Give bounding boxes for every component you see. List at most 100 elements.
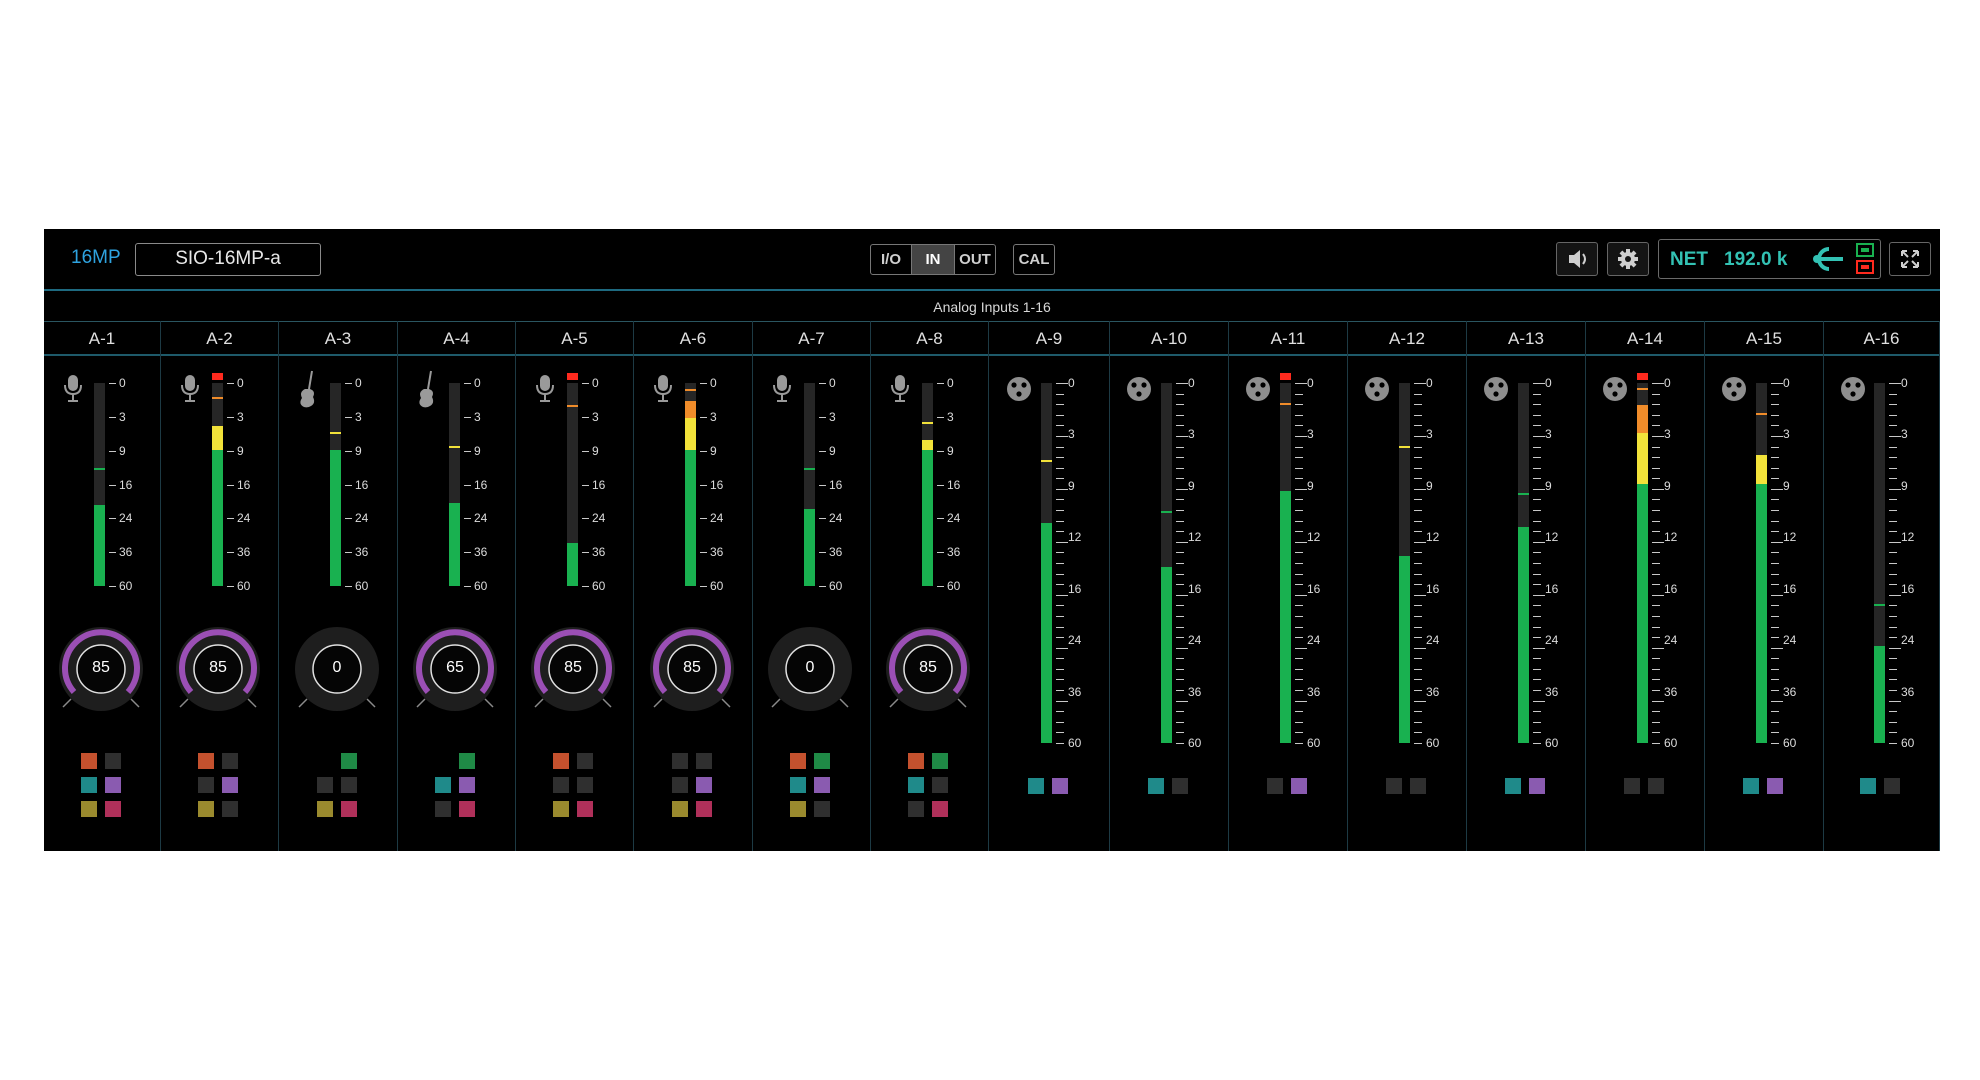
channel-option-button[interactable] <box>790 777 806 793</box>
channel-option-button[interactable] <box>790 753 806 769</box>
channel-strip: A-8 0 3 9 16 24 36 60 85 <box>871 321 989 851</box>
meter-scale-label: 16 <box>1426 581 1440 596</box>
channel-option-button[interactable] <box>435 801 451 817</box>
channel-option-button[interactable] <box>1291 778 1307 794</box>
channel-option-button[interactable] <box>317 801 333 817</box>
channel-option-button[interactable] <box>696 777 712 793</box>
channel-option-button[interactable] <box>1860 778 1876 794</box>
channel-option-button[interactable] <box>932 753 948 769</box>
meter-scale-tick <box>464 416 471 418</box>
meter-scale-label: 24 <box>1307 633 1321 648</box>
channel-option-button[interactable] <box>790 801 806 817</box>
channel-option-button[interactable] <box>222 753 238 769</box>
channel-option-button[interactable] <box>459 801 475 817</box>
channel-option-button[interactable] <box>908 777 924 793</box>
level-meter <box>1161 383 1172 743</box>
channel-option-button[interactable] <box>105 753 121 769</box>
channel-option-button[interactable] <box>341 753 357 769</box>
channel-option-button[interactable] <box>553 777 569 793</box>
channel-option-button[interactable] <box>105 801 121 817</box>
meter-scale-label: 16 <box>1545 581 1559 596</box>
channel-option-button[interactable] <box>908 801 924 817</box>
meter-scale-tick <box>1771 499 1779 501</box>
out-view-button[interactable]: OUT <box>954 244 996 275</box>
channel-option-button[interactable] <box>1028 778 1044 794</box>
channel-option-button[interactable] <box>459 753 475 769</box>
channel-option-button[interactable] <box>814 801 830 817</box>
gear-icon <box>1618 249 1638 269</box>
channel-option-button[interactable] <box>553 753 569 769</box>
channel-option-button[interactable] <box>696 753 712 769</box>
channel-option-button[interactable] <box>1505 778 1521 794</box>
xlr-connector-icon <box>1722 377 1746 401</box>
channel-option-button[interactable] <box>1267 778 1283 794</box>
channel-option-button[interactable] <box>1148 778 1164 794</box>
meter-scale-label: 0 <box>237 376 244 390</box>
clip-indicator <box>567 373 578 380</box>
channel-option-button[interactable] <box>672 753 688 769</box>
meter-scale-tick <box>1176 679 1184 681</box>
channel-option-button[interactable] <box>553 801 569 817</box>
channel-option-button[interactable] <box>317 777 333 793</box>
meter-scale-tick <box>1889 711 1897 713</box>
speaker-button[interactable] <box>1556 242 1598 276</box>
channel-option-button[interactable] <box>435 777 451 793</box>
device-name-field[interactable]: SIO-16MP-a <box>135 243 321 276</box>
channel-option-button[interactable] <box>222 801 238 817</box>
channel-option-button[interactable] <box>908 753 924 769</box>
channel-option-button[interactable] <box>1386 778 1402 794</box>
channel-option-button[interactable] <box>814 777 830 793</box>
meter-scale-tick <box>1889 679 1897 681</box>
channel-option-button[interactable] <box>198 753 214 769</box>
meter-green-segment <box>449 502 460 586</box>
channel-option-button[interactable] <box>1884 778 1900 794</box>
meter-scale-label: 60 <box>474 579 488 593</box>
channel-option-button[interactable] <box>1743 778 1759 794</box>
channel-option-button[interactable] <box>814 753 830 769</box>
channel-option-button[interactable] <box>459 777 475 793</box>
channel-option-button[interactable] <box>222 777 238 793</box>
channel-option-button[interactable] <box>932 801 948 817</box>
meter-scale-tick <box>1176 658 1184 660</box>
channel-header-divider <box>1705 354 1823 356</box>
channel-option-button[interactable] <box>81 801 97 817</box>
meter-scale-tick <box>1652 435 1664 437</box>
channel-option-button[interactable] <box>1052 778 1068 794</box>
channel-option-button[interactable] <box>672 777 688 793</box>
io-view-button[interactable]: I/O <box>870 244 912 275</box>
settings-button[interactable] <box>1607 242 1649 276</box>
channel-option-button[interactable] <box>341 777 357 793</box>
channel-option-button[interactable] <box>81 777 97 793</box>
channel-option-button[interactable] <box>577 753 593 769</box>
in-view-button[interactable]: IN <box>911 244 955 275</box>
channel-option-button[interactable] <box>105 777 121 793</box>
channel-option-button[interactable] <box>1410 778 1426 794</box>
cal-button[interactable]: CAL <box>1013 244 1055 275</box>
meter-scale-tick <box>1771 647 1783 649</box>
channel-option-button[interactable] <box>577 801 593 817</box>
channel-option-button[interactable] <box>1624 778 1640 794</box>
channel-option-button[interactable] <box>1648 778 1664 794</box>
meter-scale-label: 36 <box>592 545 606 560</box>
meter-scale-label: 60 <box>947 579 961 593</box>
channel-option-button[interactable] <box>577 777 593 793</box>
meter-scale-label: 60 <box>1545 736 1559 750</box>
channel-option-button[interactable] <box>696 801 712 817</box>
meter-scale-tick <box>1056 404 1064 406</box>
fullscreen-button[interactable] <box>1889 242 1931 276</box>
meter-peak-hold <box>449 445 460 448</box>
channel-option-button[interactable] <box>1767 778 1783 794</box>
channel-option-button[interactable] <box>1529 778 1545 794</box>
channel-option-button[interactable] <box>672 801 688 817</box>
channel-option-button[interactable] <box>81 753 97 769</box>
channel-option-button[interactable] <box>341 801 357 817</box>
channel-option-button[interactable] <box>198 777 214 793</box>
meter-scale-tick <box>819 450 826 452</box>
meter-scale-tick <box>1533 626 1541 628</box>
meter-scale-label: 3 <box>710 409 717 424</box>
channel-option-button[interactable] <box>932 777 948 793</box>
meter-scale-tick <box>1889 615 1897 617</box>
channel-option-button[interactable] <box>198 801 214 817</box>
meter-scale-tick <box>1295 541 1307 543</box>
channel-option-button[interactable] <box>1172 778 1188 794</box>
